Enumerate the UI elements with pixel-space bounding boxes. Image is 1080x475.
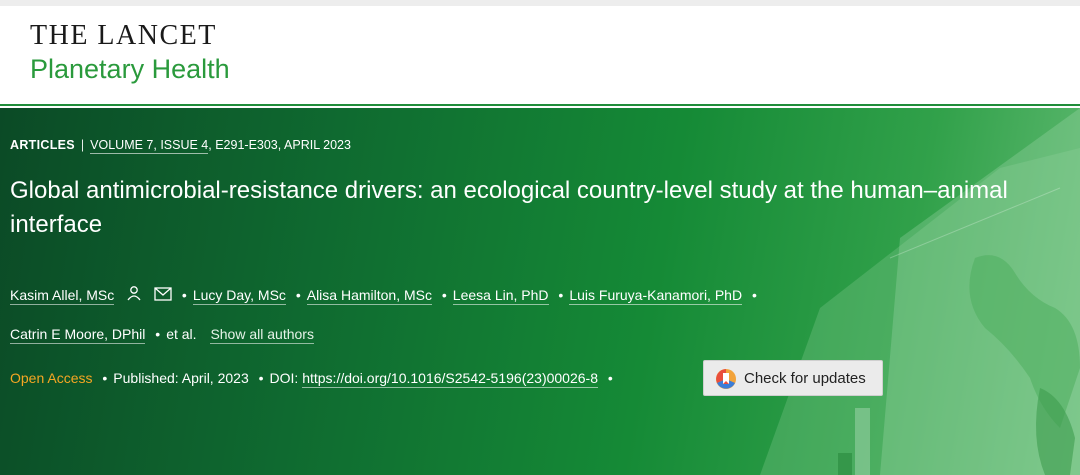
article-banner: ARTICLES | VOLUME 7, ISSUE 4, E291-E303, A… [0,108,1080,475]
journal-logo-line1[interactable]: THE LANCET [30,20,217,52]
user-icon[interactable] [126,277,142,315]
header-divider [0,104,1080,106]
show-all-authors-link[interactable]: Show all authors [210,326,314,345]
separator-dot: • [155,326,161,343]
author-link[interactable]: Luis Furuya-Kanamori, PhD [569,287,743,305]
separator-dot: • [751,287,757,303]
pages-date: , E291-E303, APRIL 2023 [208,138,351,152]
check-for-updates-label: Check for updates [744,370,866,387]
author-link[interactable]: Lucy Day, MSc [192,287,286,305]
check-for-updates-button[interactable]: Check for updates [703,360,883,396]
author-link[interactable]: Catrin E Moore, DPhil [10,326,146,345]
separator-dot: • [607,370,613,386]
published-date: Published: April, 2023 [113,370,249,386]
mail-icon[interactable] [154,277,172,315]
separator-dot: • [558,287,564,303]
site-header: THE LANCET Planetary Health [0,6,1080,102]
open-access-badge[interactable]: Open Access [10,370,93,386]
doi-label: DOI: [269,370,303,386]
article-type: ARTICLES [10,138,75,152]
publication-info: Open Access • Published: April, 2023 • DOI… [10,370,619,388]
et-al: et al. [166,326,197,343]
doi-link[interactable]: https://doi.org/10.1016/S2542-5196(23)00… [302,370,598,388]
separator-dot: • [258,370,264,386]
check-updates-icon [714,367,738,396]
separator-dot: • [441,287,447,303]
article-meta: ARTICLES | VOLUME 7, ISSUE 4, E291-E303, A… [10,138,351,154]
separator-dot: • [295,287,301,303]
article-title: Global antimicrobial-resistance drivers:… [10,177,1008,238]
volume-link[interactable]: VOLUME 7, ISSUE 4 [90,138,209,154]
author-link[interactable]: Kasim Allel, MSc [10,287,115,305]
separator-dot: • [102,370,108,386]
author-link[interactable]: Leesa Lin, PhD [452,287,549,305]
separator-dot: • [181,287,187,303]
journal-logo-line2[interactable]: Planetary Health [30,54,230,85]
author-link[interactable]: Alisa Hamilton, MSc [306,287,432,305]
author-list: Kasim Allel, MSc • Lucy Day, MSc • Alisa H… [10,276,1010,353]
meta-separator: | [80,138,85,152]
